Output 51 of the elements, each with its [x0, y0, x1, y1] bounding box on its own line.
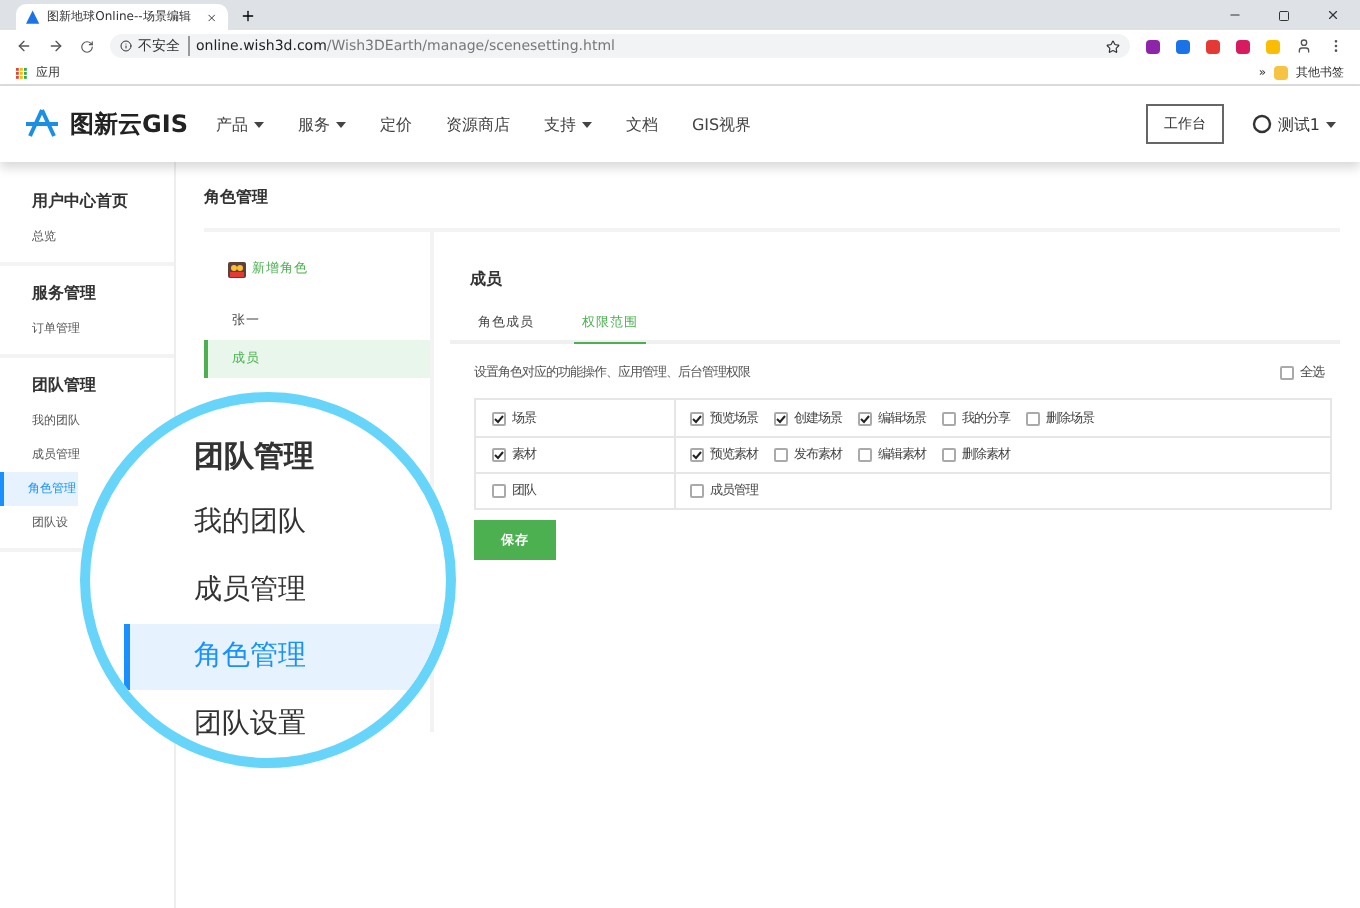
people-icon: [228, 261, 246, 277]
sidebar-heading: 团队管理: [30, 374, 98, 398]
new-tab-icon[interactable]: [240, 8, 256, 24]
minimize-icon[interactable]: [1228, 8, 1242, 22]
bookmark-star-icon[interactable]: [1106, 39, 1120, 53]
extension-icon[interactable]: [1176, 39, 1190, 53]
checkbox[interactable]: [774, 448, 788, 462]
extension-icon[interactable]: [1206, 39, 1220, 53]
checkbox[interactable]: [858, 411, 872, 425]
logo-icon: [26, 10, 40, 24]
forward-icon[interactable]: [48, 38, 64, 54]
page-title: 角色管理: [204, 186, 1340, 232]
avatar-icon[interactable]: [1251, 114, 1272, 134]
site-logo[interactable]: 图新云GIS: [70, 107, 188, 141]
checkbox[interactable]: [942, 411, 956, 425]
extension-icon[interactable]: [1236, 39, 1250, 53]
checkbox[interactable]: [1280, 366, 1294, 380]
close-icon[interactable]: [1326, 8, 1340, 22]
back-icon[interactable]: [16, 38, 32, 54]
profile-icon[interactable]: [1296, 38, 1312, 54]
checkbox[interactable]: [492, 484, 506, 498]
magnified-heading: 团队管理: [194, 438, 314, 476]
checkbox[interactable]: [492, 411, 506, 425]
logo-icon: [24, 108, 60, 140]
section-title: 成员: [468, 268, 504, 290]
caret-icon: [1326, 121, 1336, 127]
checkbox[interactable]: [942, 448, 956, 462]
info-icon: [120, 40, 132, 52]
checkbox[interactable]: [690, 484, 704, 498]
nav-link[interactable]: GIS视界: [691, 113, 752, 135]
reload-icon[interactable]: [80, 39, 94, 53]
maximize-icon[interactable]: [1278, 9, 1290, 21]
nav-link[interactable]: 文档: [625, 113, 658, 135]
checkbox[interactable]: [1026, 411, 1040, 425]
nav-link[interactable]: 定价: [379, 113, 412, 135]
sidebar-heading: 服务管理: [30, 282, 98, 306]
user-menu[interactable]: 测试1: [1277, 113, 1320, 135]
checkbox[interactable]: [690, 411, 704, 425]
nav-link[interactable]: 服务: [297, 113, 330, 135]
nav-link[interactable]: 资源商店: [445, 113, 510, 135]
nav-link[interactable]: 产品: [215, 113, 248, 135]
checkbox[interactable]: [858, 448, 872, 462]
extension-icon[interactable]: [1146, 39, 1160, 53]
sidebar-heading: 用户中心首页: [30, 190, 130, 214]
checkbox[interactable]: [774, 411, 788, 425]
checkbox[interactable]: [492, 448, 506, 462]
apps-grid-icon[interactable]: [16, 67, 28, 79]
folder-icon: [1274, 66, 1288, 80]
checkbox[interactable]: [690, 448, 704, 462]
close-icon[interactable]: [206, 11, 218, 23]
nav-link[interactable]: 支持: [543, 113, 576, 135]
